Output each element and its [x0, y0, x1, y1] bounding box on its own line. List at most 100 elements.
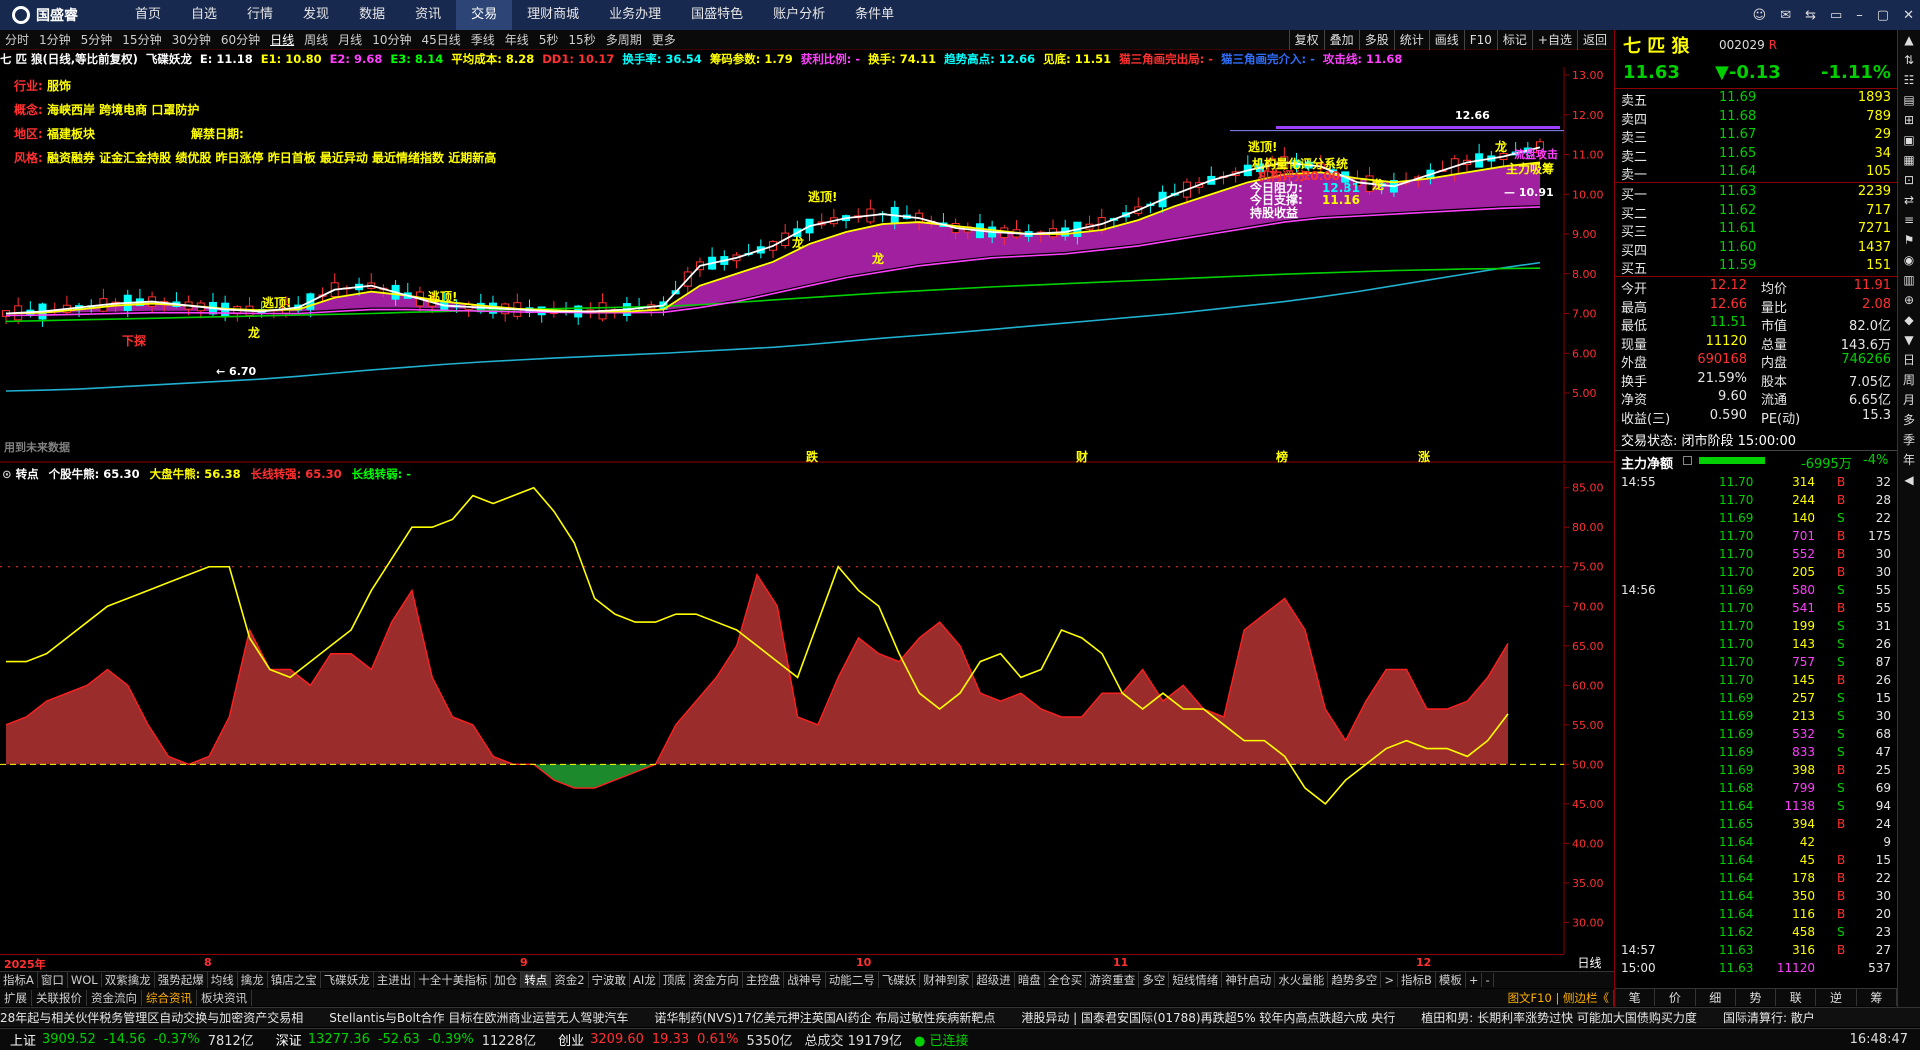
- period-tab-10[interactable]: 45日线: [416, 31, 465, 48]
- indicator-tab-35[interactable]: +: [1466, 973, 1483, 987]
- period-tab-0[interactable]: 分时: [0, 31, 34, 48]
- indicator-tab-19[interactable]: 战神号: [784, 972, 826, 988]
- period-tab-3[interactable]: 15分钟: [117, 31, 166, 48]
- indicator-tab-29[interactable]: 神针启动: [1222, 972, 1276, 988]
- nav-item-8[interactable]: 业务办理: [594, 0, 676, 30]
- nav-item-5[interactable]: 资讯: [400, 0, 456, 30]
- side-tool-icon-1[interactable]: ⇅: [1898, 50, 1920, 70]
- side-tool-icon-22[interactable]: ◀: [1898, 470, 1920, 490]
- side-tool-icon-2[interactable]: ☷: [1898, 70, 1920, 90]
- window-control-icon-3[interactable]: ▭: [1830, 8, 1842, 23]
- period-tab-6[interactable]: 日线: [265, 31, 299, 48]
- side-tool-icon-3[interactable]: ▤: [1898, 90, 1920, 110]
- indicator-tab-32[interactable]: >: [1381, 973, 1398, 987]
- period-tab-2[interactable]: 5分钟: [76, 31, 118, 48]
- index-name[interactable]: 上证: [10, 1030, 36, 1049]
- indicator-tab-24[interactable]: 暗盘: [1015, 972, 1045, 988]
- period-tab-16[interactable]: 更多: [647, 31, 681, 48]
- window-control-icon-1[interactable]: ✉: [1780, 8, 1791, 23]
- tool-button-4[interactable]: 画线: [1428, 30, 1464, 50]
- nav-item-9[interactable]: 国盛特色: [676, 0, 758, 30]
- quote-tab-6[interactable]: 筹: [1857, 989, 1897, 1006]
- indicator-tab-9[interactable]: 主进出: [374, 972, 416, 988]
- side-tool-icon-0[interactable]: ▲: [1898, 30, 1920, 50]
- period-label[interactable]: 日线: [1567, 954, 1612, 970]
- side-tool-icon-4[interactable]: ⊞: [1898, 110, 1920, 130]
- period-tab-1[interactable]: 1分钟: [34, 31, 76, 48]
- nav-item-11[interactable]: 条件单: [840, 0, 909, 30]
- news-ticker[interactable]: 28年起与相关伙伴税务管理区自动交换与加密资产交易相 Stellantis与Bol…: [0, 1007, 1920, 1027]
- side-tool-icon-13[interactable]: ⊕: [1898, 290, 1920, 310]
- period-tab-12[interactable]: 年线: [500, 31, 534, 48]
- indicator-tab-22[interactable]: 财神到家: [920, 972, 974, 988]
- quote-tab-1[interactable]: 价: [1655, 989, 1696, 1006]
- period-tab-8[interactable]: 月线: [333, 31, 367, 48]
- indicator-tab-10[interactable]: 十全十美指标: [415, 972, 492, 988]
- indicator-tab-36[interactable]: -: [1482, 973, 1494, 987]
- tool-button-1[interactable]: 叠加: [1323, 30, 1359, 50]
- indicator-tab-6[interactable]: 擒龙: [238, 972, 268, 988]
- tool-button-7[interactable]: +自选: [1531, 30, 1577, 50]
- indicator-tab-28[interactable]: 短线情绪: [1169, 972, 1223, 988]
- news-item[interactable]: 国际清算行: 散户: [1723, 1011, 1815, 1025]
- indicator-tab-14[interactable]: 宁波敢: [589, 972, 631, 988]
- indicator-tab-13[interactable]: 资金2: [551, 972, 589, 988]
- side-tool-icon-11[interactable]: ◉: [1898, 250, 1920, 270]
- quote-tab-0[interactable]: 笔: [1615, 989, 1656, 1006]
- extension-tab-2[interactable]: 资金流向: [87, 989, 142, 1006]
- period-tab-13[interactable]: 5秒: [534, 31, 564, 48]
- side-tool-icon-9[interactable]: ≡: [1898, 210, 1920, 230]
- sub-indicator-chart[interactable]: 85.00 80.00 75.00 70.00 65.00 60.00 55.00 50.00…: [0, 464, 1614, 954]
- indicator-tab-11[interactable]: 加仓: [491, 972, 522, 988]
- tool-button-2[interactable]: 多股: [1358, 30, 1394, 50]
- period-tab-15[interactable]: 多周期: [601, 31, 647, 48]
- side-tool-icon-5[interactable]: ▣: [1898, 130, 1920, 150]
- index-name[interactable]: 创业: [558, 1030, 584, 1049]
- side-tool-icon-19[interactable]: 多: [1898, 410, 1920, 430]
- indicator-tab-8[interactable]: 飞碟妖龙: [321, 972, 374, 988]
- indicator-tab-0[interactable]: 指标A: [0, 972, 38, 988]
- indicator-tab-21[interactable]: 飞碟妖: [879, 972, 921, 988]
- indicator-tab-1[interactable]: 窗口: [38, 972, 68, 988]
- indicator-tab-2[interactable]: WOL: [68, 973, 102, 987]
- period-tab-11[interactable]: 季线: [466, 31, 500, 48]
- extension-tab-1[interactable]: 关联报价: [32, 989, 87, 1006]
- news-item[interactable]: 港股异动 | 国泰君安国际(01788)再跌超5% 较年内高点跌超六成 央行: [1021, 1011, 1395, 1025]
- side-tool-icon-6[interactable]: ▦: [1898, 150, 1920, 170]
- indicator-tab-31[interactable]: 趋势多空: [1328, 972, 1382, 988]
- side-tool-icon-10[interactable]: ⚑: [1898, 230, 1920, 250]
- indicator-tab-34[interactable]: 模板: [1436, 972, 1466, 988]
- indicator-tab-27[interactable]: 多空: [1139, 972, 1170, 988]
- side-tool-icon-17[interactable]: 周: [1898, 370, 1920, 390]
- indicator-tab-30[interactable]: 水火量能: [1275, 972, 1329, 988]
- period-tab-14[interactable]: 15秒: [563, 31, 600, 48]
- side-tool-icon-15[interactable]: ▼: [1898, 330, 1920, 350]
- side-tool-icon-21[interactable]: 年: [1898, 450, 1920, 470]
- extension-tab-3[interactable]: 综合资讯: [142, 989, 197, 1006]
- tool-button-0[interactable]: 复权: [1288, 30, 1324, 50]
- nav-item-6[interactable]: 交易: [456, 0, 513, 30]
- nav-item-3[interactable]: 发现: [288, 0, 344, 30]
- app-logo[interactable]: 国盛睿: [0, 0, 120, 30]
- nav-item-2[interactable]: 行情: [232, 0, 288, 30]
- side-tool-icon-14[interactable]: ◆: [1898, 310, 1920, 330]
- quote-tab-4[interactable]: 联: [1776, 989, 1817, 1006]
- extension-tab-0[interactable]: 扩展: [0, 989, 32, 1006]
- period-tab-4[interactable]: 30分钟: [167, 31, 216, 48]
- side-tool-icon-8[interactable]: ⇄: [1898, 190, 1920, 210]
- nav-item-7[interactable]: 理财商城: [512, 0, 594, 30]
- nav-item-0[interactable]: 首页: [120, 0, 176, 30]
- period-tab-7[interactable]: 周线: [299, 31, 333, 48]
- tool-button-5[interactable]: F10: [1463, 30, 1497, 50]
- side-tool-icon-20[interactable]: 季: [1898, 430, 1920, 450]
- tool-button-6[interactable]: 标记: [1496, 30, 1532, 50]
- tool-button-8[interactable]: 返回: [1576, 30, 1612, 50]
- quote-tab-2[interactable]: 细: [1696, 989, 1736, 1006]
- quote-tab-5[interactable]: 逆: [1816, 989, 1857, 1006]
- indicator-tab-25[interactable]: 全仓买: [1045, 972, 1087, 988]
- news-item[interactable]: Stellantis与Bolt合作 目标在欧洲商业运营无人驾驶汽车: [329, 1011, 628, 1025]
- tick-list[interactable]: 14:55 11.70 314 B 32 11.70 244 B 28 11.69 140 S 22 11…: [1615, 474, 1897, 978]
- indicator-tab-7[interactable]: 镇店之宝: [268, 972, 321, 988]
- window-control-icon-2[interactable]: ⇆: [1805, 8, 1816, 23]
- indicator-tab-12[interactable]: 转点: [521, 972, 552, 988]
